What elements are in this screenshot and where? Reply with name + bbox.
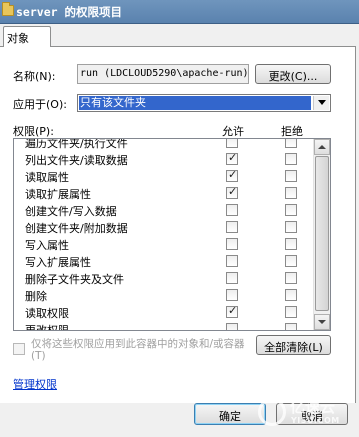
manage-permissions-link[interactable]: 管理权限 <box>13 376 57 392</box>
cancel-button[interactable]: 取消 <box>276 403 348 425</box>
permission-name: 列出文件夹/读取数据 <box>25 154 128 167</box>
title-bar[interactable]: server 的权限项目 <box>0 0 359 24</box>
permission-name: 写入属性 <box>25 239 69 252</box>
permissions-list[interactable]: 遍历文件夹/执行文件列出文件夹/读取数据读取属性读取扩展属性创建文件/写入数据创… <box>13 138 331 331</box>
permissions-label: 权限(P): <box>13 125 54 138</box>
permission-name: 写入扩展属性 <box>25 256 91 269</box>
name-label: 名称(N): <box>13 70 56 83</box>
permission-row[interactable]: 读取属性 <box>14 168 314 185</box>
permission-name: 创建文件夹/附加数据 <box>25 222 128 235</box>
change-button[interactable]: 更改(C)... <box>255 64 331 84</box>
clear-all-button[interactable]: 全部清除(L) <box>256 335 331 355</box>
folder-icon <box>2 2 14 16</box>
deny-checkbox[interactable] <box>285 272 297 284</box>
tab-objects[interactable]: 对象 <box>3 26 51 47</box>
window-title: server 的权限项目 <box>16 5 122 19</box>
allow-checkbox[interactable] <box>226 151 238 165</box>
permission-row[interactable]: 写入扩展属性 <box>14 253 314 270</box>
permission-name: 删除子文件夹及文件 <box>25 273 124 286</box>
inherit-checkbox-label: 仅将这些权限应用到此容器中的对象和/或容器(T) <box>31 338 245 362</box>
permission-row[interactable]: 删除 <box>14 287 314 304</box>
ok-button[interactable]: 确定 <box>194 403 266 425</box>
permission-name: 更改权限 <box>25 324 69 331</box>
permission-row[interactable]: 列出文件夹/读取数据 <box>14 151 314 168</box>
permission-name: 读取扩展属性 <box>25 188 91 201</box>
permission-name: 读取属性 <box>25 171 69 184</box>
deny-checkbox[interactable] <box>285 306 297 318</box>
allow-checkbox[interactable] <box>226 304 238 318</box>
permission-row[interactable]: 创建文件/写入数据 <box>14 202 314 219</box>
deny-column-header: 拒绝 <box>281 125 303 138</box>
allow-checkbox[interactable] <box>226 323 238 330</box>
allow-checkbox[interactable] <box>226 221 238 233</box>
permissions-rows: 遍历文件夹/执行文件列出文件夹/读取数据读取属性读取扩展属性创建文件/写入数据创… <box>14 138 314 331</box>
allow-checkbox[interactable] <box>226 168 238 182</box>
arrow-down-icon[interactable] <box>314 314 330 330</box>
allow-column-header: 允许 <box>222 125 244 138</box>
allow-checkbox[interactable] <box>226 238 238 250</box>
permission-name: 创建文件/写入数据 <box>25 205 117 218</box>
apply-to-dropdown[interactable]: 只有该文件夹 <box>77 94 331 112</box>
permission-row[interactable]: 创建文件夹/附加数据 <box>14 219 314 236</box>
deny-checkbox[interactable] <box>285 323 297 330</box>
permission-row[interactable]: 写入属性 <box>14 236 314 253</box>
permission-row[interactable]: 读取扩展属性 <box>14 185 314 202</box>
deny-checkbox[interactable] <box>285 255 297 267</box>
allow-checkbox[interactable] <box>226 204 238 216</box>
deny-checkbox[interactable] <box>285 238 297 250</box>
deny-checkbox[interactable] <box>285 187 297 199</box>
inherit-checkbox[interactable] <box>13 343 25 355</box>
deny-checkbox[interactable] <box>285 139 297 148</box>
arrow-up-icon[interactable] <box>314 139 330 155</box>
deny-checkbox[interactable] <box>285 289 297 301</box>
allow-checkbox[interactable] <box>226 272 238 284</box>
deny-checkbox[interactable] <box>285 153 297 165</box>
permission-name: 读取权限 <box>25 307 69 320</box>
chevron-down-icon[interactable] <box>313 96 329 110</box>
allow-checkbox[interactable] <box>226 139 238 148</box>
scroll-thumb[interactable] <box>315 156 329 311</box>
deny-checkbox[interactable] <box>285 221 297 233</box>
allow-checkbox[interactable] <box>226 255 238 267</box>
permission-row[interactable]: 读取权限 <box>14 304 314 321</box>
allow-checkbox[interactable] <box>226 289 238 301</box>
permission-name: 删除 <box>25 290 47 303</box>
apply-to-label: 应用于(O): <box>13 98 67 111</box>
permission-row[interactable]: 删除子文件夹及文件 <box>14 270 314 287</box>
scrollbar[interactable] <box>313 139 330 330</box>
deny-checkbox[interactable] <box>285 204 297 216</box>
deny-checkbox[interactable] <box>285 170 297 182</box>
name-field[interactable]: run (LDCLOUD5290\apache-run) <box>77 64 249 84</box>
permission-name: 遍历文件夹/执行文件 <box>25 138 128 150</box>
permission-row[interactable]: 更改权限 <box>14 321 314 331</box>
permission-row[interactable]: 遍历文件夹/执行文件 <box>14 138 314 151</box>
allow-checkbox[interactable] <box>226 185 238 199</box>
apply-to-selected-value: 只有该文件夹 <box>79 96 311 110</box>
